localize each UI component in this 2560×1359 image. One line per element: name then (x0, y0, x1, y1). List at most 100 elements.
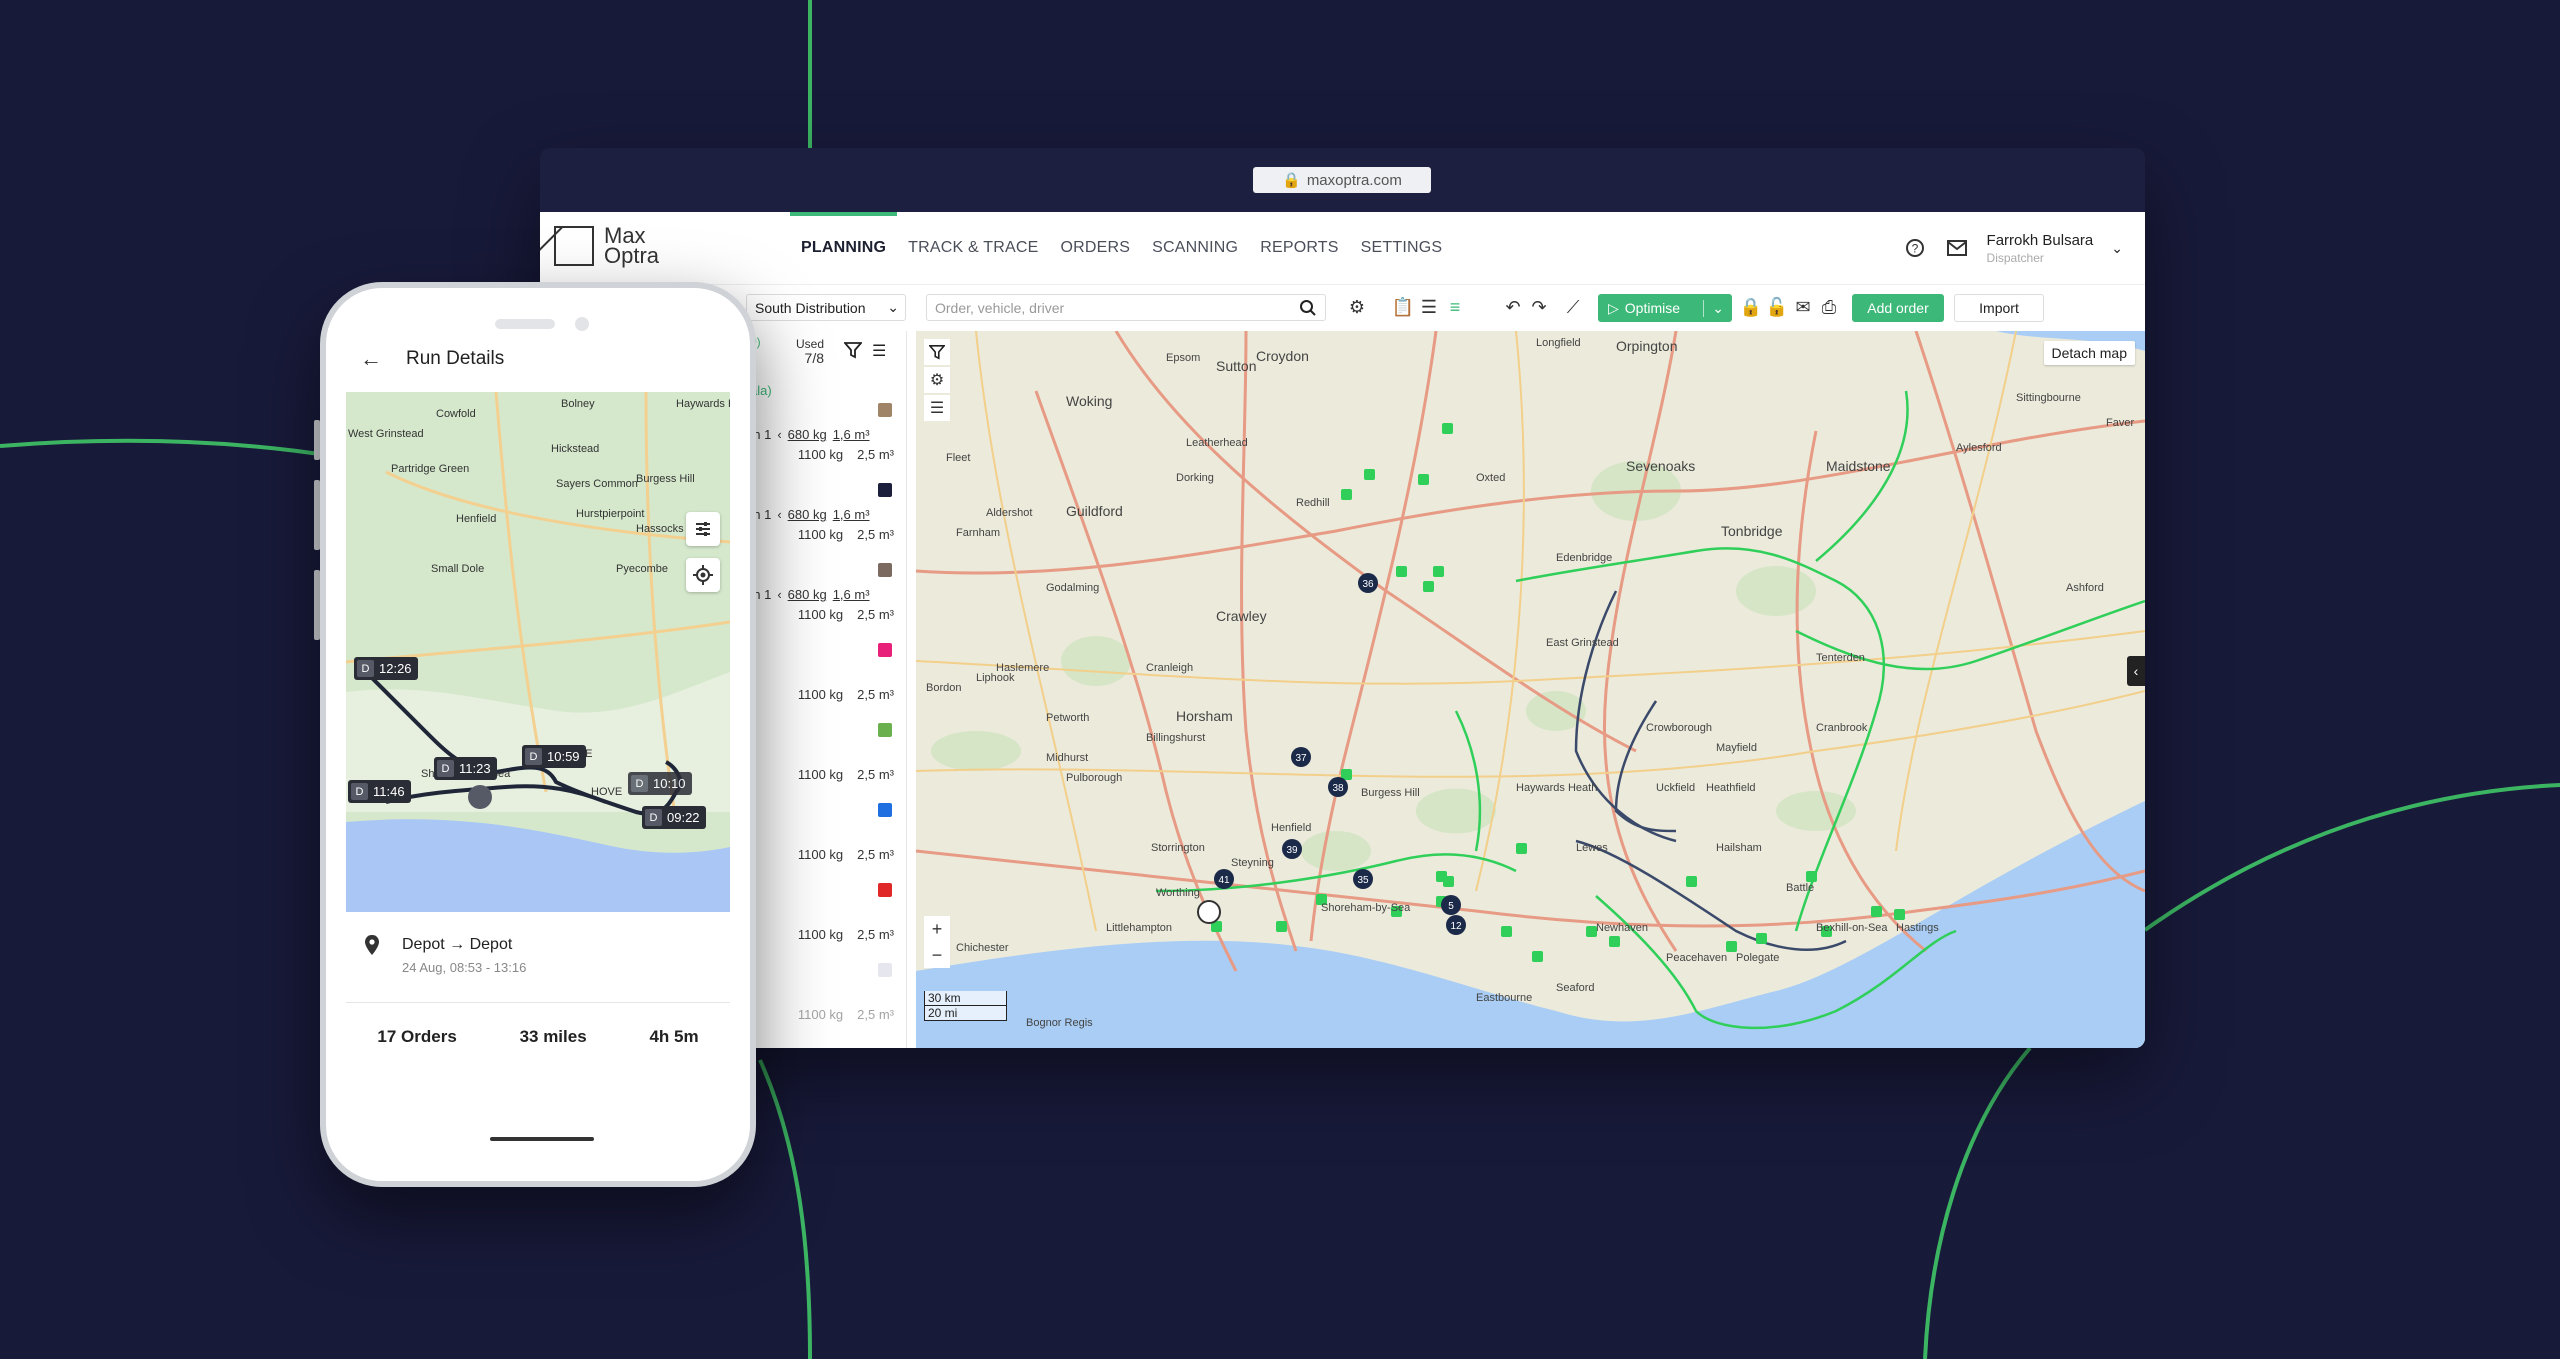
run-row[interactable]: un 1 ‹ 680 kg 1,6 m³ 1100 kg 2,5 m³ (746, 553, 906, 633)
vehicle-marker-label[interactable]: 38 (1332, 783, 1344, 794)
search-icon[interactable] (1299, 299, 1317, 317)
locate-icon[interactable] (686, 558, 720, 592)
filter-icon[interactable] (924, 339, 950, 365)
vehicle-marker-label[interactable]: 5 (1448, 901, 1454, 912)
stop-marker[interactable] (1894, 909, 1905, 920)
stop-tag[interactable]: D 09:22 (642, 806, 706, 829)
chevron-left-icon[interactable]: ‹ (777, 507, 781, 522)
run-color-swatch[interactable] (878, 963, 892, 977)
logo[interactable]: Max Optra (554, 225, 659, 267)
chevron-left-icon[interactable]: ‹ (777, 427, 781, 442)
zoom-in-button[interactable]: + (924, 916, 950, 942)
chevron-down-icon[interactable]: ⌄ (1703, 299, 1732, 317)
stop-marker[interactable] (1364, 469, 1375, 480)
phone-map[interactable]: Bolney Cowfold West Grinstead Hickstead Part… (346, 392, 730, 912)
nav-reports[interactable]: REPORTS (1249, 212, 1349, 284)
mail-icon[interactable]: ✉ (1792, 296, 1814, 318)
stop-marker[interactable] (1442, 423, 1453, 434)
phone-map-canvas[interactable]: Bolney Cowfold West Grinstead Hickstead Part… (346, 392, 730, 912)
undo-icon[interactable]: ↶ (1502, 296, 1524, 318)
stop-tag[interactable]: D 11:46 (348, 780, 411, 803)
nav-track-trace[interactable]: TRACK & TRACE (897, 212, 1049, 284)
stop-marker[interactable] (1423, 581, 1434, 592)
nav-orders[interactable]: ORDERS (1049, 212, 1141, 284)
run-row[interactable]: 1100 kg 2,5 m³ (746, 713, 906, 793)
zoom-out-button[interactable]: − (924, 942, 950, 968)
run-row[interactable]: 1100 kg 2,5 m³ (746, 953, 906, 1033)
unlock-icon[interactable]: 🔓 (1766, 296, 1788, 318)
url-bar[interactable]: 🔒 maxoptra.com (1253, 167, 1431, 193)
vehicle-marker-label[interactable]: 35 (1357, 875, 1369, 886)
clipboard-icon[interactable]: 📋 (1392, 296, 1414, 318)
list-icon[interactable]: ≡ (1444, 296, 1466, 318)
nav-settings[interactable]: SETTINGS (1350, 212, 1454, 284)
list-check-icon[interactable]: ☰ (1418, 296, 1440, 318)
vehicle-marker-label[interactable]: 39 (1286, 845, 1298, 856)
optimise-button[interactable]: ▷ Optimise ⌄ (1598, 294, 1732, 322)
stop-marker[interactable] (1726, 941, 1737, 952)
stop-marker[interactable] (1516, 843, 1527, 854)
stop-tag[interactable]: D 10:59 (522, 745, 586, 768)
collapse-panel-button[interactable]: ‹ (2127, 656, 2145, 686)
sort-icon[interactable]: ☰ (872, 341, 886, 361)
stop-marker[interactable] (1443, 876, 1454, 887)
stop-marker[interactable] (1686, 876, 1697, 887)
add-order-button[interactable]: Add order (1852, 294, 1944, 322)
stop-marker[interactable] (1418, 474, 1429, 485)
run-color-swatch[interactable] (878, 403, 892, 417)
vehicle-marker-label[interactable]: 37 (1295, 753, 1307, 764)
layers-icon[interactable]: ☰ (924, 395, 950, 421)
run-color-swatch[interactable] (878, 563, 892, 577)
route-summary[interactable]: Depot → Depot 24 Aug, 08:53 - 13:16 (346, 912, 730, 1003)
lock-icon[interactable]: 🔒 (1740, 296, 1762, 318)
stop-tag[interactable]: D 11:23 (434, 757, 497, 780)
gear-icon[interactable]: ⚙ (1346, 296, 1368, 318)
nav-scanning[interactable]: SCANNING (1141, 212, 1249, 284)
auto-assign-icon[interactable]: ⟋ (1562, 296, 1584, 318)
stop-marker[interactable] (1341, 489, 1352, 500)
chevron-left-icon[interactable]: ‹ (777, 587, 781, 602)
stop-marker[interactable] (1396, 566, 1407, 577)
mail-icon[interactable] (1945, 236, 1969, 260)
run-row[interactable]: un 1 ‹ 680 kg 1,6 m³ 1100 kg 2,5 m³ (746, 473, 906, 553)
vehicle-marker-label[interactable]: 12 (1450, 921, 1462, 932)
sliders-icon[interactable] (686, 512, 720, 546)
run-row[interactable]: 1100 kg 2,5 m³ (746, 633, 906, 713)
stop-marker[interactable] (1532, 951, 1543, 962)
back-arrow-icon[interactable]: ← (360, 346, 382, 372)
stop-marker[interactable] (1609, 936, 1620, 947)
print-icon[interactable]: ⎙ (1818, 296, 1840, 318)
nav-planning[interactable]: PLANNING (790, 212, 898, 284)
stop-marker[interactable] (1501, 926, 1512, 937)
map-canvas[interactable]: 5 12 36 37 38 39 35 41 Croydon Orpington Sutton Wok… (916, 331, 2145, 1048)
stop-tag[interactable]: D 10:10 (628, 772, 692, 795)
depot-marker[interactable] (1197, 900, 1221, 924)
filter-icon[interactable] (843, 341, 863, 362)
run-color-swatch[interactable] (878, 723, 892, 737)
run-color-swatch[interactable] (878, 883, 892, 897)
stop-tag[interactable]: D 12:26 (354, 657, 418, 680)
chevron-down-icon[interactable]: ⌄ (2111, 240, 2123, 257)
gear-icon[interactable]: ⚙ (924, 367, 950, 393)
search-input[interactable]: Order, vehicle, driver (926, 294, 1326, 321)
help-icon[interactable]: ? (1903, 236, 1927, 260)
vehicle-marker-label[interactable]: 36 (1362, 579, 1374, 590)
run-color-swatch[interactable] (878, 643, 892, 657)
run-row[interactable]: 1100 kg 2,5 m³ (746, 873, 906, 953)
run-color-swatch[interactable] (878, 803, 892, 817)
stop-marker[interactable] (1433, 566, 1444, 577)
map[interactable]: 5 12 36 37 38 39 35 41 Croydon Orpington Sutton Wok… (916, 331, 2145, 1048)
run-row[interactable]: 1100 kg 2,5 m³ (746, 793, 906, 873)
stop-marker[interactable] (1806, 871, 1817, 882)
stop-marker[interactable] (1756, 933, 1767, 944)
detach-map-button[interactable]: Detach map (2043, 341, 2135, 365)
import-button[interactable]: Import (1954, 294, 2044, 322)
run-row[interactable]: un 1 ‹ 680 kg 1,6 m³ 1100 kg 2,5 m³ (746, 393, 906, 473)
region-select[interactable]: South Distribution ⌄ (746, 294, 906, 321)
user-menu[interactable]: Farrokh Bulsara Dispatcher (1987, 232, 2094, 265)
stop-marker[interactable] (1276, 921, 1287, 932)
stop-marker[interactable] (1871, 906, 1882, 917)
vehicle-marker-label[interactable]: 41 (1218, 875, 1230, 886)
run-color-swatch[interactable] (878, 483, 892, 497)
redo-icon[interactable]: ↷ (1528, 296, 1550, 318)
